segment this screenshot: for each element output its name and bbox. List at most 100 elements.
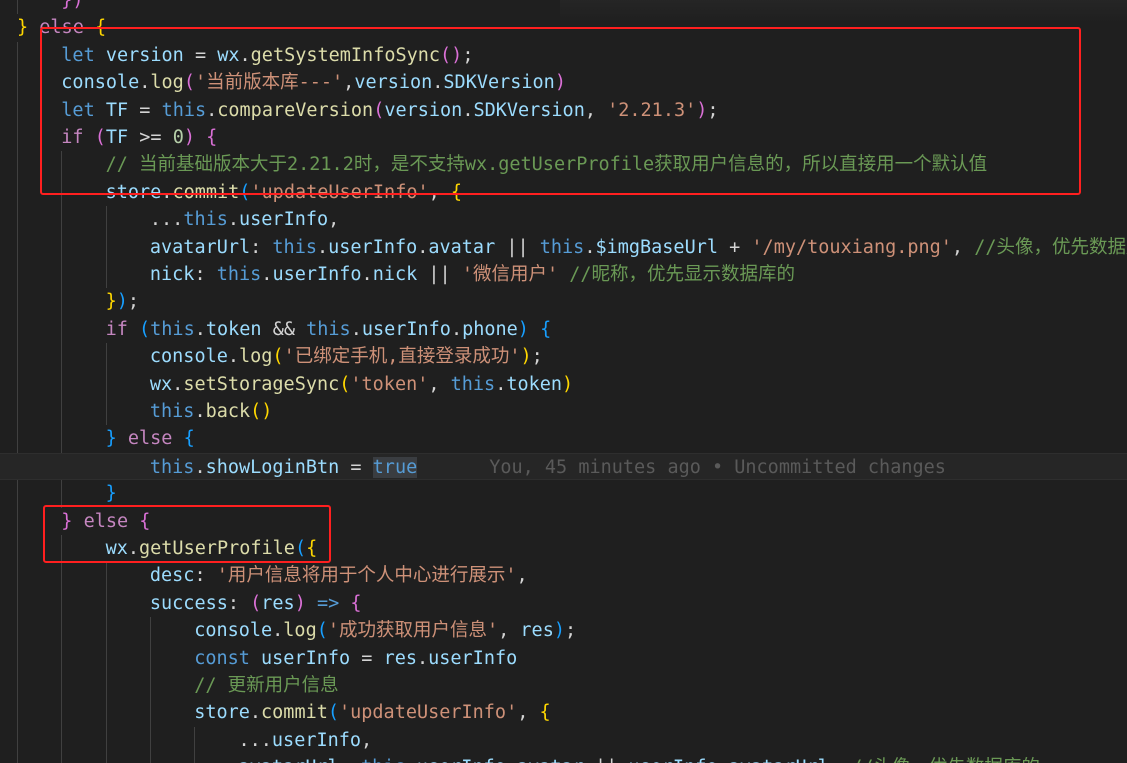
code-token: ( xyxy=(339,373,351,395)
code-token: avatar xyxy=(428,236,496,258)
code-token: //头像，优先数据库的 xyxy=(851,757,1040,763)
code-token: '已绑定手机,直接登录成功' xyxy=(283,346,521,368)
code-token: desc xyxy=(149,565,195,587)
code-token: '/my/touxiang.png' xyxy=(751,236,952,258)
code-token: //昵称，优先显示数据库的 xyxy=(569,264,796,285)
code-line[interactable]: avatarUrl: this.userInfo.avatar || this.… xyxy=(0,234,1127,261)
code-token: $imgBaseUrl xyxy=(595,236,718,258)
code-token: userInfo xyxy=(272,264,362,285)
code-line[interactable]: avatarUrl: this.userInfo.avatar || userI… xyxy=(0,754,1127,763)
code-token: userInfo xyxy=(328,236,418,258)
code-token: userInfo xyxy=(261,647,351,669)
code-token: { xyxy=(540,318,552,340)
code-line[interactable]: success: (res) => { xyxy=(0,590,1127,617)
code-token: { xyxy=(350,592,362,614)
code-token: ) xyxy=(517,318,529,340)
code-editor[interactable]: })} else {let version = wx.getSystemInfo… xyxy=(0,0,1127,763)
code-token: this xyxy=(149,456,195,478)
code-token: } xyxy=(105,428,117,450)
code-token: '成功获取用户信息' xyxy=(327,620,499,642)
git-blame-annotation: You, 45 minutes ago • Uncommitted change… xyxy=(489,456,946,478)
code-token: { xyxy=(539,702,551,724)
code-line[interactable]: }) xyxy=(0,0,1127,14)
code-token: avatarUrl xyxy=(239,757,339,763)
code-token: : xyxy=(227,592,251,614)
code-line[interactable]: ...userInfo, xyxy=(0,727,1127,754)
code-token: } xyxy=(17,17,29,39)
code-token: . xyxy=(194,456,206,478)
code-line[interactable]: } xyxy=(0,480,1127,507)
code-token: ) xyxy=(520,346,532,368)
code-token: . xyxy=(417,236,429,258)
code-token: this xyxy=(150,318,195,340)
code-token: . xyxy=(227,209,240,231)
code-token: . xyxy=(194,318,206,340)
code-token: this xyxy=(539,236,585,258)
code-line[interactable]: nick: this.userInfo.nick || '微信用户' //昵称，… xyxy=(0,261,1127,288)
code-token: || xyxy=(495,236,540,258)
code-token: . xyxy=(249,702,262,724)
code-token: . xyxy=(717,757,728,763)
code-token: . xyxy=(350,318,362,340)
code-token: . xyxy=(406,757,417,763)
code-token: , xyxy=(516,565,528,587)
code-line[interactable]: desc: '用户信息将用于个人中心进行展示', xyxy=(0,562,1127,589)
code-line[interactable]: if (this.token && this.userInfo.phone) { xyxy=(0,316,1127,343)
code-token: . xyxy=(227,346,239,368)
code-token: userInfo xyxy=(361,318,451,340)
code-line[interactable]: store.commit('updateUserInfo', { xyxy=(0,699,1127,726)
code-token: . xyxy=(361,264,373,285)
code-token: if xyxy=(105,318,128,340)
code-token: ( xyxy=(327,702,339,724)
code-line[interactable]: const userInfo = res.userInfo xyxy=(0,645,1127,672)
code-token: res xyxy=(520,620,554,642)
code-line-current[interactable]: this.showLoginBtn = true You, 45 minutes … xyxy=(0,452,1127,481)
code-line[interactable]: } else { xyxy=(0,425,1127,452)
code-token: . xyxy=(261,264,273,285)
code-token: = xyxy=(339,456,373,478)
code-token: userInfo xyxy=(239,209,329,231)
code-line[interactable]: wx.setStorageSync('token', this.token) xyxy=(0,371,1127,398)
code-token: = xyxy=(350,647,384,669)
code-token: // 更新用户信息 xyxy=(194,675,339,696)
code-token: , xyxy=(361,729,373,751)
code-token: , xyxy=(951,236,975,258)
code-token: commit xyxy=(261,702,328,724)
code-line[interactable]: console.log('已绑定手机,直接登录成功'); xyxy=(0,343,1127,370)
code-line[interactable]: this.back() xyxy=(0,398,1127,425)
code-token: ; xyxy=(127,291,140,313)
code-token: , xyxy=(829,757,851,763)
annotation-box-else-getuserprofile xyxy=(43,505,331,563)
code-token: () xyxy=(250,401,273,422)
code-token: token xyxy=(506,373,563,395)
code-token: setStorageSync xyxy=(183,373,340,395)
code-line[interactable]: }); xyxy=(0,288,1127,315)
code-token: userInfo xyxy=(428,647,518,669)
code-line[interactable]: ...this.userInfo, xyxy=(0,206,1127,233)
code-token: log xyxy=(239,346,273,368)
code-token: || xyxy=(584,757,629,763)
code-token: . xyxy=(194,401,206,422)
code-token: showLoginBtn xyxy=(205,456,340,478)
code-token: ) xyxy=(553,620,565,642)
code-token: token xyxy=(205,318,262,340)
code-token: true xyxy=(372,456,418,478)
code-token: } xyxy=(105,291,117,313)
code-token: console xyxy=(149,346,228,368)
code-token: . xyxy=(316,236,329,258)
code-token: => xyxy=(316,592,340,614)
code-token: + xyxy=(718,236,752,258)
code-token: nick xyxy=(149,264,195,285)
code-line[interactable]: console.log('成功获取用户信息', res); xyxy=(0,617,1127,644)
code-token: success xyxy=(149,592,228,614)
code-line[interactable]: // 更新用户信息 xyxy=(0,672,1127,699)
code-token: ; xyxy=(531,346,543,368)
code-token: this xyxy=(450,373,496,395)
code-token: , xyxy=(428,373,451,395)
code-token: } xyxy=(105,483,117,505)
code-token: else xyxy=(127,428,173,450)
